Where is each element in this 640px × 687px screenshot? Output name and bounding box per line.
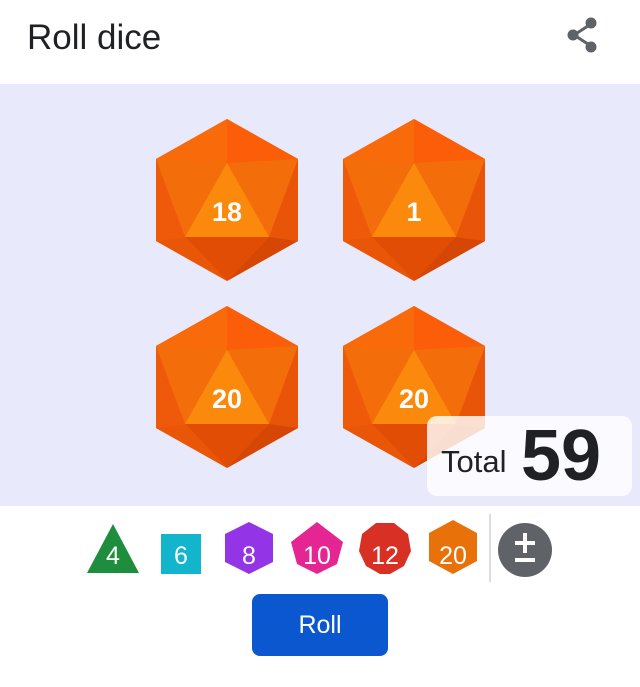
die-value: 20 [211, 384, 243, 414]
total-label: Total [441, 444, 507, 479]
add-d12-button[interactable]: 12 [357, 518, 413, 574]
modifier-button[interactable] [497, 522, 553, 578]
d20-die: 18 [156, 119, 298, 281]
d20-label: 20 [439, 542, 467, 570]
header: Roll dice [0, 0, 640, 82]
total-value: 59 [521, 416, 602, 496]
add-d8-button[interactable]: 8 [221, 518, 277, 574]
roll-button[interactable]: Roll [252, 594, 388, 656]
die-value: 1 [406, 197, 422, 227]
total-card: Total 59 [427, 416, 632, 496]
die-value: 20 [398, 384, 430, 414]
dice-picker: 4 6 8 10 12 20 [0, 512, 640, 584]
page-title: Roll dice [27, 18, 162, 57]
die-value: 18 [211, 197, 243, 227]
add-d20-button[interactable]: 20 [425, 518, 481, 574]
add-d6-button[interactable]: 6 [153, 518, 209, 574]
d12-label: 12 [371, 542, 399, 570]
picker-divider [489, 514, 491, 582]
d8-label: 8 [242, 542, 256, 570]
d6-label: 6 [174, 542, 188, 570]
share-button[interactable] [560, 12, 606, 58]
d4-label: 4 [106, 542, 120, 570]
add-d4-button[interactable]: 4 [85, 518, 141, 574]
plus-minus-icon [498, 523, 552, 577]
d20-die: 20 [156, 306, 298, 468]
d10-label: 10 [303, 542, 331, 570]
add-d10-button[interactable]: 10 [289, 518, 345, 574]
share-icon [567, 17, 597, 53]
d20-die: 1 [343, 119, 485, 281]
